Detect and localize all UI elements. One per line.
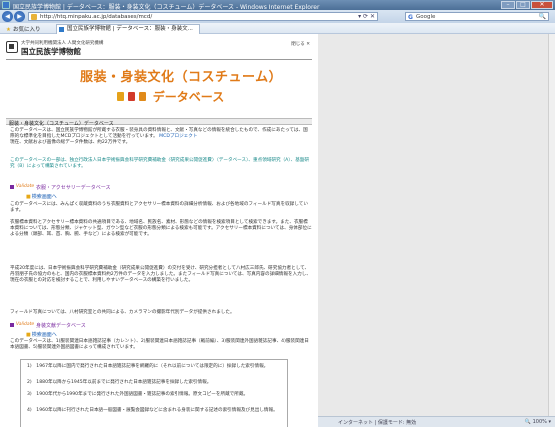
window-controls: – □ ✕ — [501, 1, 553, 9]
search-box[interactable]: G Google 🔍 — [405, 12, 549, 21]
clothing-paragraph-1: このデータベースには、みんぱく収蔵資料のうち衣服資料とアクセサリー標本資料の詳細… — [10, 202, 308, 213]
page-banner: 服装・身装文化（コスチューム） データベース — [80, 66, 283, 114]
status-text: インターネット | 保護モード: 無効 — [338, 420, 417, 426]
arrow-icon: ■ — [26, 194, 31, 200]
empty-pane — [318, 34, 555, 416]
tab-bar: ★ お気に入り 国立民族学博物館 | データベース：服装・身装文... — [0, 23, 555, 34]
list-item: 1) 1967年以降に国内で発行された日本語雑誌記事を網羅的に（それ以前について… — [27, 364, 269, 369]
section-title: 衣服・アクセサリーデータベース — [36, 185, 111, 191]
close-window-button[interactable]: ✕ — [531, 1, 553, 9]
forward-button[interactable]: ▶ — [14, 11, 25, 22]
tab-page-icon — [59, 27, 64, 32]
ie-icon — [2, 1, 10, 9]
search-link-label: 検索画面へ — [31, 332, 57, 338]
zoom-control[interactable]: 🔍 100% ▾ — [525, 419, 551, 425]
site-name[interactable]: 国立民族学博物館 — [21, 46, 81, 57]
literature-list: 1) 1967年以降に国内で発行された日本語雑誌記事を網羅的に（それ以前について… — [20, 359, 288, 427]
section-title: 身装文献データベース — [36, 323, 86, 329]
arrow-icon: ■ — [26, 332, 31, 338]
url-text[interactable]: http://htq.minpaku.ac.jp/databases/mcd/ — [40, 14, 152, 20]
clothing-search-link[interactable]: ■検索画面へ — [26, 193, 57, 200]
bullet-icon — [10, 185, 14, 189]
intro-paragraph: このデータベースは、国立民族学博物館が所蔵する衣服・装身具の資料情報と、文献・写… — [10, 128, 312, 146]
literature-db-heading: Validate 身装文献データベース — [10, 322, 312, 329]
clothing-db-heading: Validate 衣服・アクセサリーデータベース — [10, 184, 312, 191]
search-link-label: 検索画面へ — [31, 194, 57, 200]
search-input[interactable]: Google — [416, 14, 435, 20]
funding-paragraph: このデータベースの一部は、独立行政法人日本学術振興会科学研究費補助金〈研究成果公… — [10, 158, 309, 169]
mcd-project-link[interactable]: MCDプロジェクト — [159, 134, 197, 139]
museum-logo-icon — [6, 41, 18, 53]
address-toolbar: ◀ ▶ http://htq.minpaku.ac.jp/databases/m… — [0, 10, 555, 23]
window-title-bar: 国立民族学博物館 | データベース：服装・身装文化（コスチューム）データベース … — [0, 0, 555, 11]
address-tools-icon[interactable]: ▾ ⟳ ✕ — [358, 13, 375, 20]
literature-search-link[interactable]: ■検索画面へ — [26, 331, 57, 338]
clothing-paragraph-2: 衣服標本資料とアクセサリー標本資料の共通項目である、地域名、民族名、素材、形態な… — [10, 220, 312, 237]
tab-active[interactable]: 国立民族学博物館 | データベース：服装・身装文... — [56, 24, 200, 34]
site-header: 大学共同利用機関法人 人間文化研究機構 国立民族学博物館 閉じる ✕ — [6, 39, 312, 59]
list-item: 2) 1880年以降から1945年以前までに発行された日本語雑誌記事を採録した索… — [27, 380, 212, 385]
star-icon: ★ — [6, 27, 11, 33]
list-item: 4) 1960年以降に刊行された日本語一般図書・展覧会図録などに含まれる身装に関… — [27, 408, 278, 413]
intro-heading: 服装・身装文化（コスチューム）データベース — [9, 120, 114, 127]
section-kind-label: Validate — [16, 322, 35, 327]
page-content: 大学共同利用機関法人 人間文化研究機構 国立民族学博物館 閉じる ✕ 服装・身装… — [0, 34, 318, 427]
intro-count-text: 現在、文献および画像の総データ件数は、約22万件です。 — [10, 140, 131, 145]
clothing-paragraph-4: フィールド写真については、八村研究室との共同による、カメラマンの撮影年代別データ… — [10, 310, 235, 315]
divider — [6, 59, 312, 60]
literature-paragraph: このデータベースは、1)服装関連日本語雑誌記事（カレント）、2)服装関連日本語雑… — [10, 339, 309, 350]
section-kind-label: Validate — [16, 184, 35, 189]
status-bar: インターネット | 保護モード: 無効 🔍 100% ▾ — [318, 416, 555, 427]
google-icon: G — [408, 13, 413, 21]
bullet-icon — [10, 323, 14, 327]
search-icon[interactable]: 🔍 — [539, 13, 546, 20]
clothing-paragraph-3: 平成20年度には、日本学術振興会科学研究費補助金（研究成果公開促進費）の交付を受… — [10, 266, 311, 283]
maximize-button[interactable]: □ — [516, 1, 530, 9]
close-page-link[interactable]: 閉じる ✕ — [291, 41, 310, 47]
back-button[interactable]: ◀ — [2, 11, 13, 22]
list-item: 3) 1900年代から1990年までに発行された外国語図書・雑誌記事の索引情報。… — [27, 392, 249, 397]
intro-heading-bar: 服装・身装文化（コスチューム）データベース — [6, 118, 312, 127]
favorites-button[interactable]: ★ お気に入り — [6, 25, 40, 33]
address-field[interactable]: http://htq.minpaku.ac.jp/databases/mcd/ … — [28, 12, 378, 21]
favorites-label: お気に入り — [12, 27, 41, 33]
minimize-button[interactable]: – — [501, 1, 515, 9]
tab-label: 国立民族学博物館 | データベース：服装・身装文... — [67, 26, 193, 32]
banner-subtitle: データベース — [152, 90, 225, 104]
shirts-icon — [116, 92, 147, 101]
banner-title: 服装・身装文化（コスチューム） — [80, 70, 283, 85]
page-icon — [31, 14, 37, 20]
vertical-scrollbar[interactable] — [548, 34, 555, 416]
